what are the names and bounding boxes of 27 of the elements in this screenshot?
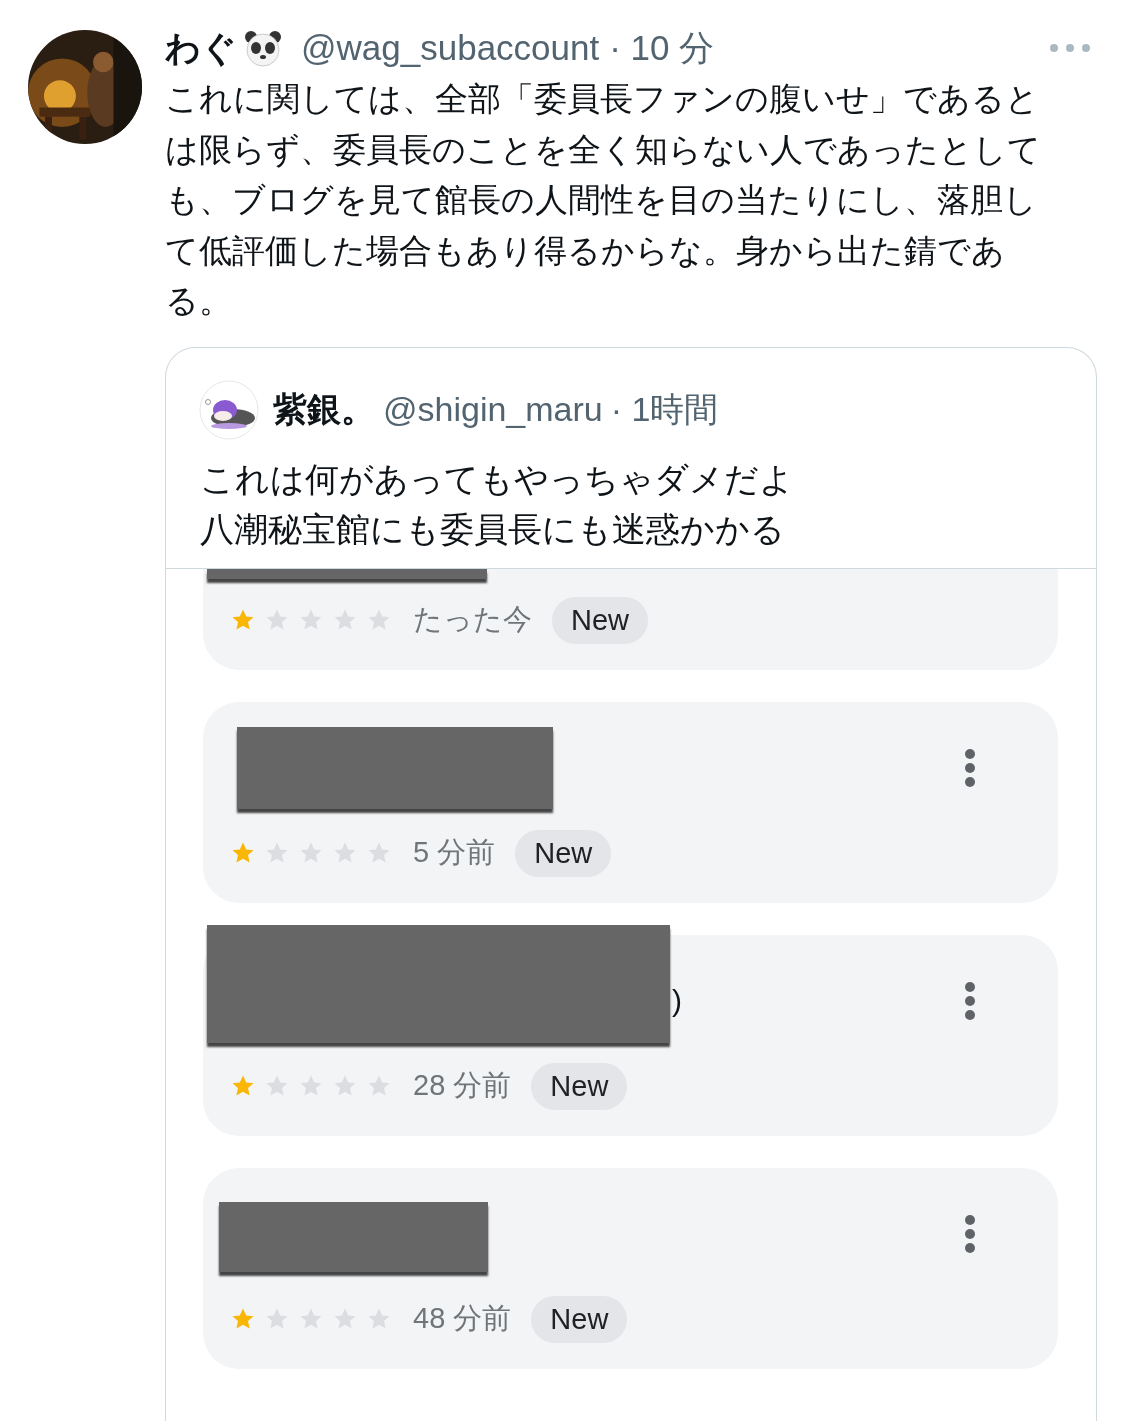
post-time: · 10 分 [609,26,715,69]
panda-icon [243,28,283,68]
new-badge: New [552,596,648,644]
quote-card[interactable]: 紫銀。 @shigin_maru · 1時間 これは何があってもやっちゃダメだよ 八潮秘宝館にも委員長にも迷惑かかる たった今 New 5 分前 New ) 28 分前 New 48 分前 New [165,346,1097,1421]
reviewer-name: ) [672,983,682,1018]
review-time: 48 分前 [413,1301,512,1336]
new-badge: New [515,829,612,877]
post-text: これは何があってもやっちゃダメだよ [200,458,795,500]
star-icon [231,1307,255,1331]
more-icon[interactable] [964,747,976,788]
new-badge: New [531,1062,628,1110]
review-time: 28 分前 [413,1068,512,1103]
star-icon [231,841,255,865]
post-text: 八潮秘宝館にも委員長にも迷惑かかる [200,508,786,550]
review-time: 5 分前 [413,835,496,870]
user-handle[interactable]: @wag_subaccount [301,28,600,68]
user-name: わぐ [165,26,237,69]
post-text: これに関しては、全部「委員長ファンの腹いせ」であるとは限らず、委員長のことを全く知らない人であったとしても、ブログを見て館長の人間性を目の当たりにし、落胆して低評価した場合もあり得るからな。身から出た錆である。 [165,79,1042,321]
post-time: · 1時間 [610,388,719,430]
more-icon[interactable] [964,1213,976,1254]
review-time: たった今 [413,602,532,637]
new-badge: New [531,1295,628,1343]
user-name: 紫銀。 [273,388,375,430]
star-icon [231,608,255,632]
user-handle[interactable]: @shigin_maru [383,390,603,429]
star-icon [231,1074,255,1098]
more-icon[interactable] [964,980,976,1021]
